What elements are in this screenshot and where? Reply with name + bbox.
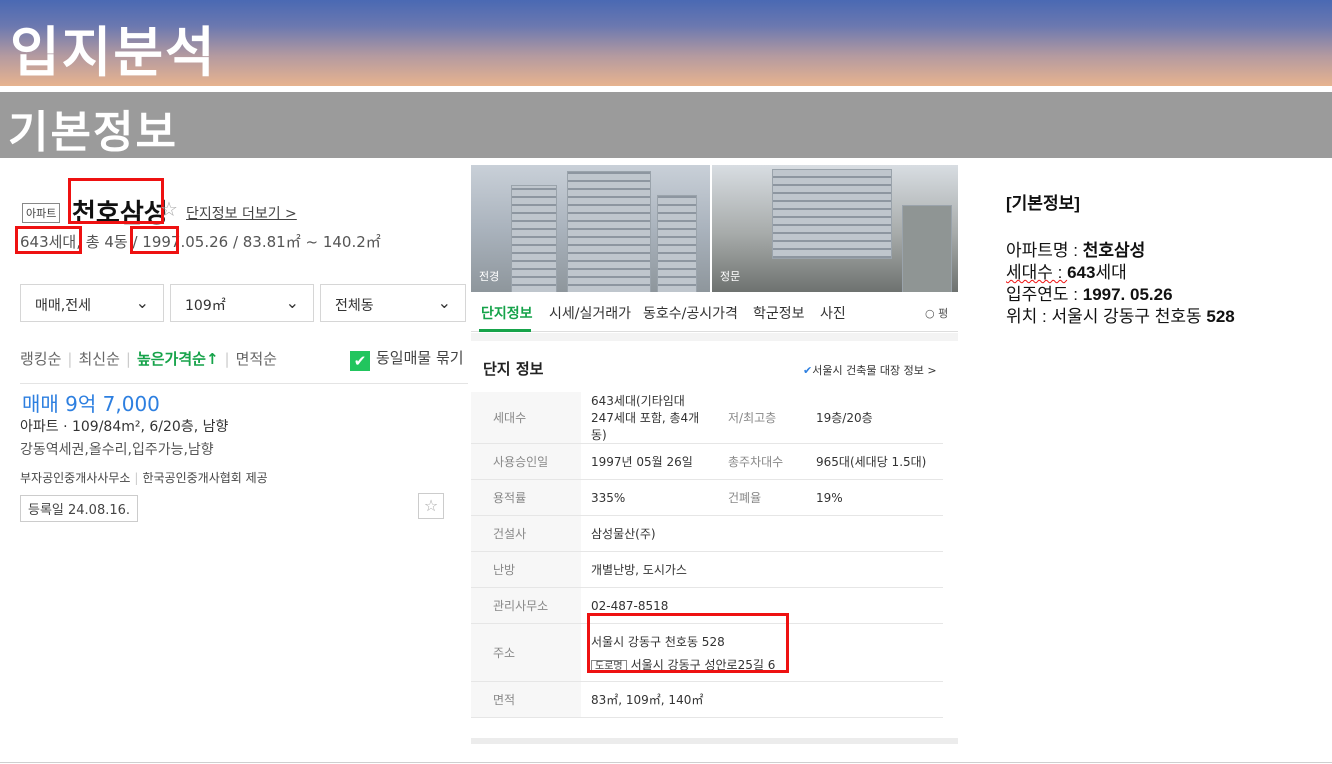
summary-panel: [기본정보] 아파트명 : 천호삼성 세대수 : 643세대 입주연도 : 19… bbox=[1006, 189, 1326, 328]
gate-photo[interactable]: 정문 bbox=[712, 165, 958, 292]
sort-latest[interactable]: 최신순 bbox=[78, 348, 119, 369]
row-value: 335% bbox=[581, 479, 716, 516]
complex-info-panel: 전경 정문 단지정보 시세/실거래가 동호수/공시가격 학군정보 사진 ○ 평 … bbox=[471, 165, 958, 745]
row-value: 83㎡, 109㎡, 140㎡ bbox=[581, 681, 943, 718]
building-registry-link[interactable]: ✔서울시 건축물 대장 정보 > bbox=[803, 362, 937, 378]
unit-toggle[interactable]: ○ 평 bbox=[925, 305, 948, 321]
chevron-down-icon: ⌄ bbox=[437, 293, 451, 312]
listing-detail: 아파트 · 109/84m², 6/20층, 남향 bbox=[20, 419, 229, 435]
building-select[interactable]: 전체동 ⌄ bbox=[320, 284, 466, 322]
highlight-box-name bbox=[68, 178, 164, 224]
chevron-down-icon: ⌄ bbox=[135, 293, 149, 312]
listing-features: 강동역세권,올수리,입주가능,남향 bbox=[20, 442, 214, 458]
trade-type-value: 매매,전세 bbox=[35, 298, 91, 314]
row-label: 건설사 bbox=[471, 515, 581, 552]
map-pin-icon: ✔ bbox=[803, 364, 813, 377]
tab-photo[interactable]: 사진 bbox=[820, 303, 846, 323]
listing-price[interactable]: 매매 9억 7,000 bbox=[22, 388, 160, 417]
table-row: 세대수 643세대(기타임대 247세대 포함, 총4개동) 저/최고층 19층… bbox=[471, 392, 943, 444]
row-value: 643세대(기타임대 247세대 포함, 총4개동) bbox=[581, 392, 716, 444]
building-value: 전체동 bbox=[335, 298, 374, 314]
row-value: 개별난방, 도시가스 bbox=[581, 551, 943, 588]
same-listing-label: 동일매물 묶기 bbox=[376, 349, 464, 367]
summary-row: 위치 : 서울시 강동구 천호동 528 bbox=[1006, 307, 1235, 326]
table-row: 난방 개별난방, 도시가스 bbox=[471, 551, 943, 588]
favorite-star-icon[interactable]: ☆ bbox=[418, 493, 444, 519]
row-label: 난방 bbox=[471, 551, 581, 588]
photo-label-gate: 정문 bbox=[720, 270, 741, 283]
listing-agent: 부자공인중개사사무소 | 한국공인중개사협회 제공 bbox=[20, 471, 268, 485]
exterior-photo[interactable]: 전경 bbox=[471, 165, 710, 292]
row-label: 주소 bbox=[471, 623, 581, 682]
area-select[interactable]: 109㎡ ⌄ bbox=[170, 284, 314, 322]
trade-type-select[interactable]: 매매,전세 ⌄ bbox=[20, 284, 164, 322]
registration-date: 등록일 24.08.16. bbox=[20, 495, 139, 522]
page-title: 입지분석 bbox=[10, 21, 217, 84]
summary-row: 아파트명 : 천호삼성 bbox=[1006, 241, 1146, 260]
summary-row: 입주연도 : 1997. 05.26 bbox=[1006, 285, 1173, 304]
row-value: 1997년 05월 26일 bbox=[581, 443, 716, 480]
sort-highest-price[interactable]: 높은가격순↑ bbox=[137, 348, 219, 369]
row-value: 19층/20층 bbox=[806, 392, 943, 444]
listing-panel: 아파트 천호삼성 ☆ 단지정보 더보기 > 643세대, 총 4동 / 1997… bbox=[0, 160, 470, 540]
row-label: 총주차대수 bbox=[716, 443, 806, 480]
row-label: 관리사무소 bbox=[471, 587, 581, 624]
row-label: 저/최고층 bbox=[716, 392, 806, 444]
row-label: 세대수 bbox=[471, 392, 581, 444]
highlight-box-households bbox=[15, 226, 82, 254]
agent-name: 부자공인중개사사무소 bbox=[20, 471, 131, 485]
summary-heading: [기본정보] bbox=[1006, 194, 1080, 213]
highlight-box-address bbox=[587, 613, 789, 673]
row-label: 면적 bbox=[471, 681, 581, 718]
table-row: 사용승인일 1997년 05월 26일 총주차대수 965대(세대당 1.5대) bbox=[471, 443, 943, 480]
row-label: 사용승인일 bbox=[471, 443, 581, 480]
tab-school[interactable]: 학군정보 bbox=[753, 303, 805, 323]
sort-ranking[interactable]: 랭킹순 bbox=[20, 348, 61, 369]
chevron-down-icon: ⌄ bbox=[285, 293, 299, 312]
info-section-title: 단지 정보 bbox=[483, 360, 544, 378]
date-area-range: 05.26 / 83.81㎡ ~ 140.2㎡ bbox=[185, 233, 381, 251]
row-label: 건폐율 bbox=[716, 479, 806, 516]
active-tab-indicator bbox=[479, 329, 531, 332]
checkmark-icon[interactable]: ✔ bbox=[350, 351, 370, 371]
subtitle-banner: 기본정보 bbox=[0, 92, 1332, 158]
summary-row: 세대수 : 643세대 bbox=[1006, 263, 1127, 282]
star-outline-icon[interactable]: ☆ bbox=[160, 197, 178, 221]
table-row: 면적 83㎡, 109㎡, 140㎡ bbox=[471, 681, 943, 718]
row-label: 용적률 bbox=[471, 479, 581, 516]
highlight-box-year bbox=[130, 226, 179, 254]
tab-complex-info[interactable]: 단지정보 bbox=[481, 303, 533, 323]
table-row: 건설사 삼성물산(주) bbox=[471, 515, 943, 552]
tab-price[interactable]: 시세/실거래가 bbox=[549, 303, 631, 323]
row-value: 삼성물산(주) bbox=[581, 515, 943, 552]
tab-unit[interactable]: 동호수/공시가격 bbox=[643, 303, 738, 323]
section-title: 기본정보 bbox=[8, 107, 178, 158]
same-listing-toggle[interactable]: ✔ 동일매물 묶기 bbox=[350, 347, 464, 371]
photo-label-exterior: 전경 bbox=[479, 270, 500, 283]
divider bbox=[20, 383, 468, 384]
sort-area[interactable]: 면적순 bbox=[236, 348, 277, 369]
row-value: 965대(세대당 1.5대) bbox=[806, 443, 943, 480]
complex-tabs: 단지정보 시세/실거래가 동호수/공시가격 학군정보 사진 ○ 평 bbox=[471, 292, 958, 332]
registry-link-label: 서울시 건축물 대장 정보 > bbox=[812, 364, 937, 377]
agent-source: 한국공인중개사협회 제공 bbox=[142, 471, 268, 485]
table-row: 용적률 335% 건폐율 19% bbox=[471, 479, 943, 516]
complex-info-more-link[interactable]: 단지정보 더보기 > bbox=[186, 203, 297, 223]
area-value: 109㎡ bbox=[185, 298, 226, 314]
property-type-tag: 아파트 bbox=[22, 203, 61, 223]
title-banner: 입지분석 bbox=[0, 0, 1332, 86]
row-value: 19% bbox=[806, 479, 943, 516]
filter-bar: 매매,전세 ⌄ 109㎡ ⌄ 전체동 ⌄ bbox=[20, 284, 468, 324]
